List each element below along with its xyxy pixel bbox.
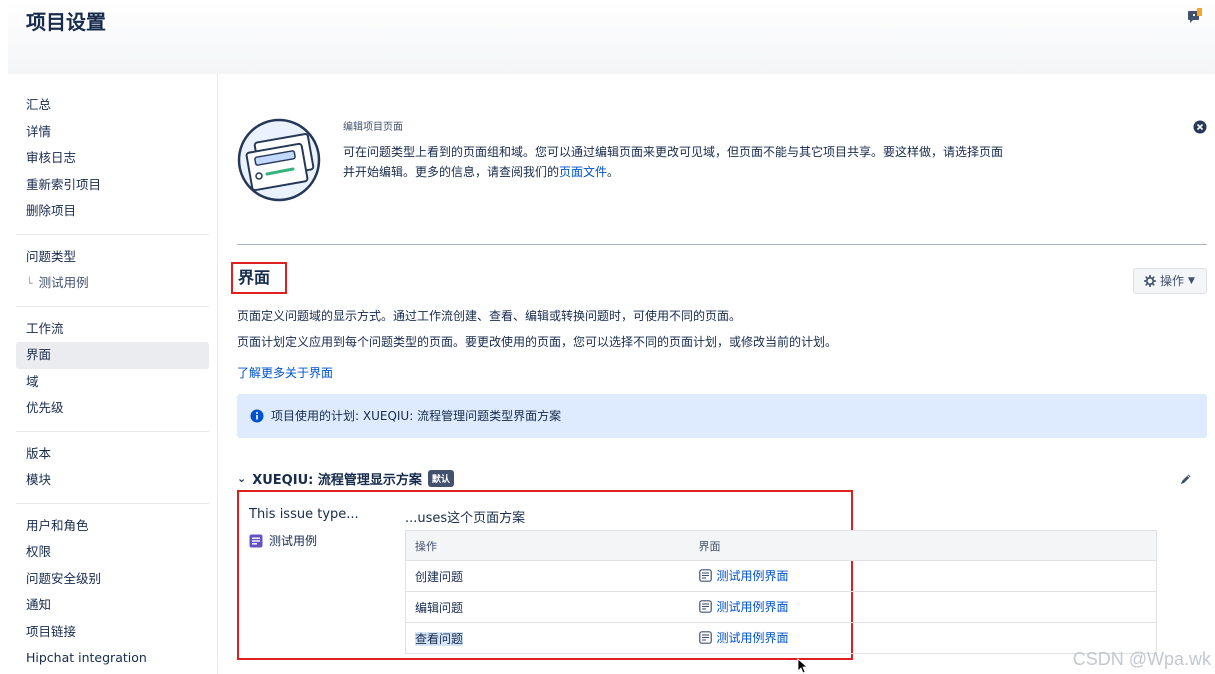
actions-button[interactable]: 操作 ▼ [1133, 268, 1207, 294]
chevron-down-icon: ▼ [1188, 276, 1195, 286]
page-header: 项目设置 [8, 0, 1215, 74]
screens-doc-link[interactable]: 页面文件 [559, 165, 607, 179]
screen-link[interactable]: 测试用例界面 [698, 567, 789, 584]
operation-cell: 编辑问题 [405, 591, 690, 623]
issue-type-label: 测试用例 [269, 534, 318, 548]
sidebar-item-priorities[interactable]: 优先级 [16, 395, 209, 422]
issue-type-icon [249, 534, 263, 547]
info-banner: 项目使用的计划: XUEQIU: 流程管理问题类型界面方案 [237, 394, 1207, 438]
intro-small-title: 编辑项目页面 [343, 122, 403, 133]
sidebar-item-workflow[interactable]: 工作流 [16, 316, 209, 343]
intro-suffix: 。 [607, 165, 620, 179]
selected-text: 查看问题 [415, 631, 464, 646]
sidebar-item-fields[interactable]: 域 [16, 369, 209, 396]
nav-group-access: 用户和角色 权限 问题安全级别 通知 项目链接 Hipchat integrat… [8, 513, 217, 672]
nav-group-general: 汇总 详情 审核日志 重新索引项目 删除项目 [8, 92, 217, 225]
section-title: 界面 [231, 262, 287, 294]
nav-group-releases: 版本 模块 [8, 441, 217, 494]
screen-link-label: 测试用例界面 [716, 631, 789, 645]
mouse-cursor-icon [797, 658, 807, 674]
column-header-operation: 操作 [405, 530, 690, 561]
screens-table: 操作 界面 创建问题 测试用例界面 编辑问题 测试用例界面 查看问题 测试用例界… [405, 530, 1157, 654]
chevron-down-icon[interactable]: ⌄ [237, 472, 246, 485]
nav-group-config: 工作流 界面 域 优先级 [8, 316, 217, 422]
table-row: 编辑问题 测试用例界面 [405, 591, 1157, 623]
nav-divider [16, 430, 209, 432]
page-title: 项目设置 [26, 10, 106, 34]
scheme-title: XUEQIU: 流程管理显示方案 [252, 472, 422, 488]
close-icon[interactable] [1193, 120, 1207, 134]
sidebar-item-components[interactable]: 模块 [16, 467, 209, 494]
issue-type-column-title: This issue type... [249, 507, 359, 522]
sidebar-item-test-case[interactable]: └ 测试用例 [16, 270, 209, 297]
screen-scheme-column-title: ...uses这个页面方案 [405, 511, 526, 526]
default-badge: 默认 [427, 469, 454, 487]
sidebar-item-delete-project[interactable]: 删除项目 [16, 198, 209, 225]
screen-link-label: 测试用例界面 [716, 600, 789, 614]
learn-more-link[interactable]: 了解更多关于界面 [237, 364, 333, 381]
sidebar-item-issue-security[interactable]: 问题安全级别 [16, 566, 209, 593]
sidebar-item-audit-log[interactable]: 审核日志 [16, 145, 209, 172]
info-banner-text: 项目使用的计划: XUEQIU: 流程管理问题类型界面方案 [271, 409, 562, 423]
intro-description: 可在问题类型上看到的页面组和域。您可以通过编辑页面来更改可见域，但页面不能与其它… [343, 142, 1003, 182]
issue-type-test-case: 测试用例 [249, 532, 317, 549]
operation-cell: 查看问题 [405, 622, 690, 654]
section-divider [237, 244, 1207, 245]
nav-group-issue-types: 问题类型 └ 测试用例 [8, 244, 217, 297]
nav-divider [16, 502, 209, 504]
pencil-icon[interactable] [1179, 472, 1193, 486]
scheme-header[interactable]: ⌄ XUEQIU: 流程管理显示方案 默认 [237, 468, 454, 488]
column-header-screen: 界面 [689, 530, 1157, 561]
screen-cell: 测试用例界面 [689, 560, 1157, 592]
sidebar-item-details[interactable]: 详情 [16, 119, 209, 146]
sidebar-item-reindex[interactable]: 重新索引项目 [16, 172, 209, 199]
main-content: 编辑项目页面 可在问题类型上看到的页面组和域。您可以通过编辑页面来更改可见域，但… [231, 74, 1207, 674]
sidebar-item-screens[interactable]: 界面 [16, 342, 209, 369]
nav-divider [16, 233, 209, 235]
sidebar-item-permissions[interactable]: 权限 [16, 539, 209, 566]
sidebar-item-hipchat[interactable]: Hipchat integration [16, 645, 209, 672]
scheme-description: 页面计划定义应用到每个问题类型的页面。要更改使用的页面，您可以选择不同的页面计划… [237, 335, 838, 349]
table-row: 查看问题 测试用例界面 [405, 622, 1157, 654]
tree-connector-icon: └ [26, 277, 33, 290]
feedback-icon[interactable] [1187, 8, 1203, 26]
sidebar-item-versions[interactable]: 版本 [16, 441, 209, 468]
actions-button-label: 操作 [1160, 274, 1185, 288]
nav-divider [16, 305, 209, 307]
sidebar-item-summary[interactable]: 汇总 [16, 92, 209, 119]
intro-text: 可在问题类型上看到的页面组和域。您可以通过编辑页面来更改可见域，但页面不能与其它… [343, 145, 1004, 179]
sidebar-item-project-links[interactable]: 项目链接 [16, 619, 209, 646]
gear-icon [1144, 275, 1156, 287]
screen-link[interactable]: 测试用例界面 [698, 598, 789, 615]
sidebar-item-users-roles[interactable]: 用户和角色 [16, 513, 209, 540]
operation-cell: 创建问题 [405, 560, 690, 592]
info-icon [250, 409, 264, 423]
screen-link-label: 测试用例界面 [716, 569, 789, 583]
screens-illustration-icon [237, 118, 321, 202]
intro-panel: 编辑项目页面 可在问题类型上看到的页面组和域。您可以通过编辑页面来更改可见域，但… [237, 116, 1207, 206]
sidebar-item-label: 测试用例 [38, 275, 89, 290]
table-header-row: 操作 界面 [405, 530, 1157, 561]
screen-icon [698, 631, 712, 644]
screen-cell: 测试用例界面 [689, 591, 1157, 623]
screen-icon [698, 600, 712, 613]
screen-link[interactable]: 测试用例界面 [698, 629, 789, 646]
screens-description: 页面定义问题域的显示方式。通过工作流创建、查看、编辑或转换问题时，可使用不同的页… [237, 309, 742, 323]
watermark: CSDN @Wpa.wk [1072, 649, 1211, 669]
sidebar: 汇总 详情 审核日志 重新索引项目 删除项目 问题类型 └ 测试用例 工作流 界面… [8, 74, 218, 674]
sidebar-item-notifications[interactable]: 通知 [16, 592, 209, 619]
table-row: 创建问题 测试用例界面 [405, 560, 1157, 592]
screen-icon [698, 569, 712, 582]
sidebar-item-issue-types[interactable]: 问题类型 [16, 244, 209, 271]
